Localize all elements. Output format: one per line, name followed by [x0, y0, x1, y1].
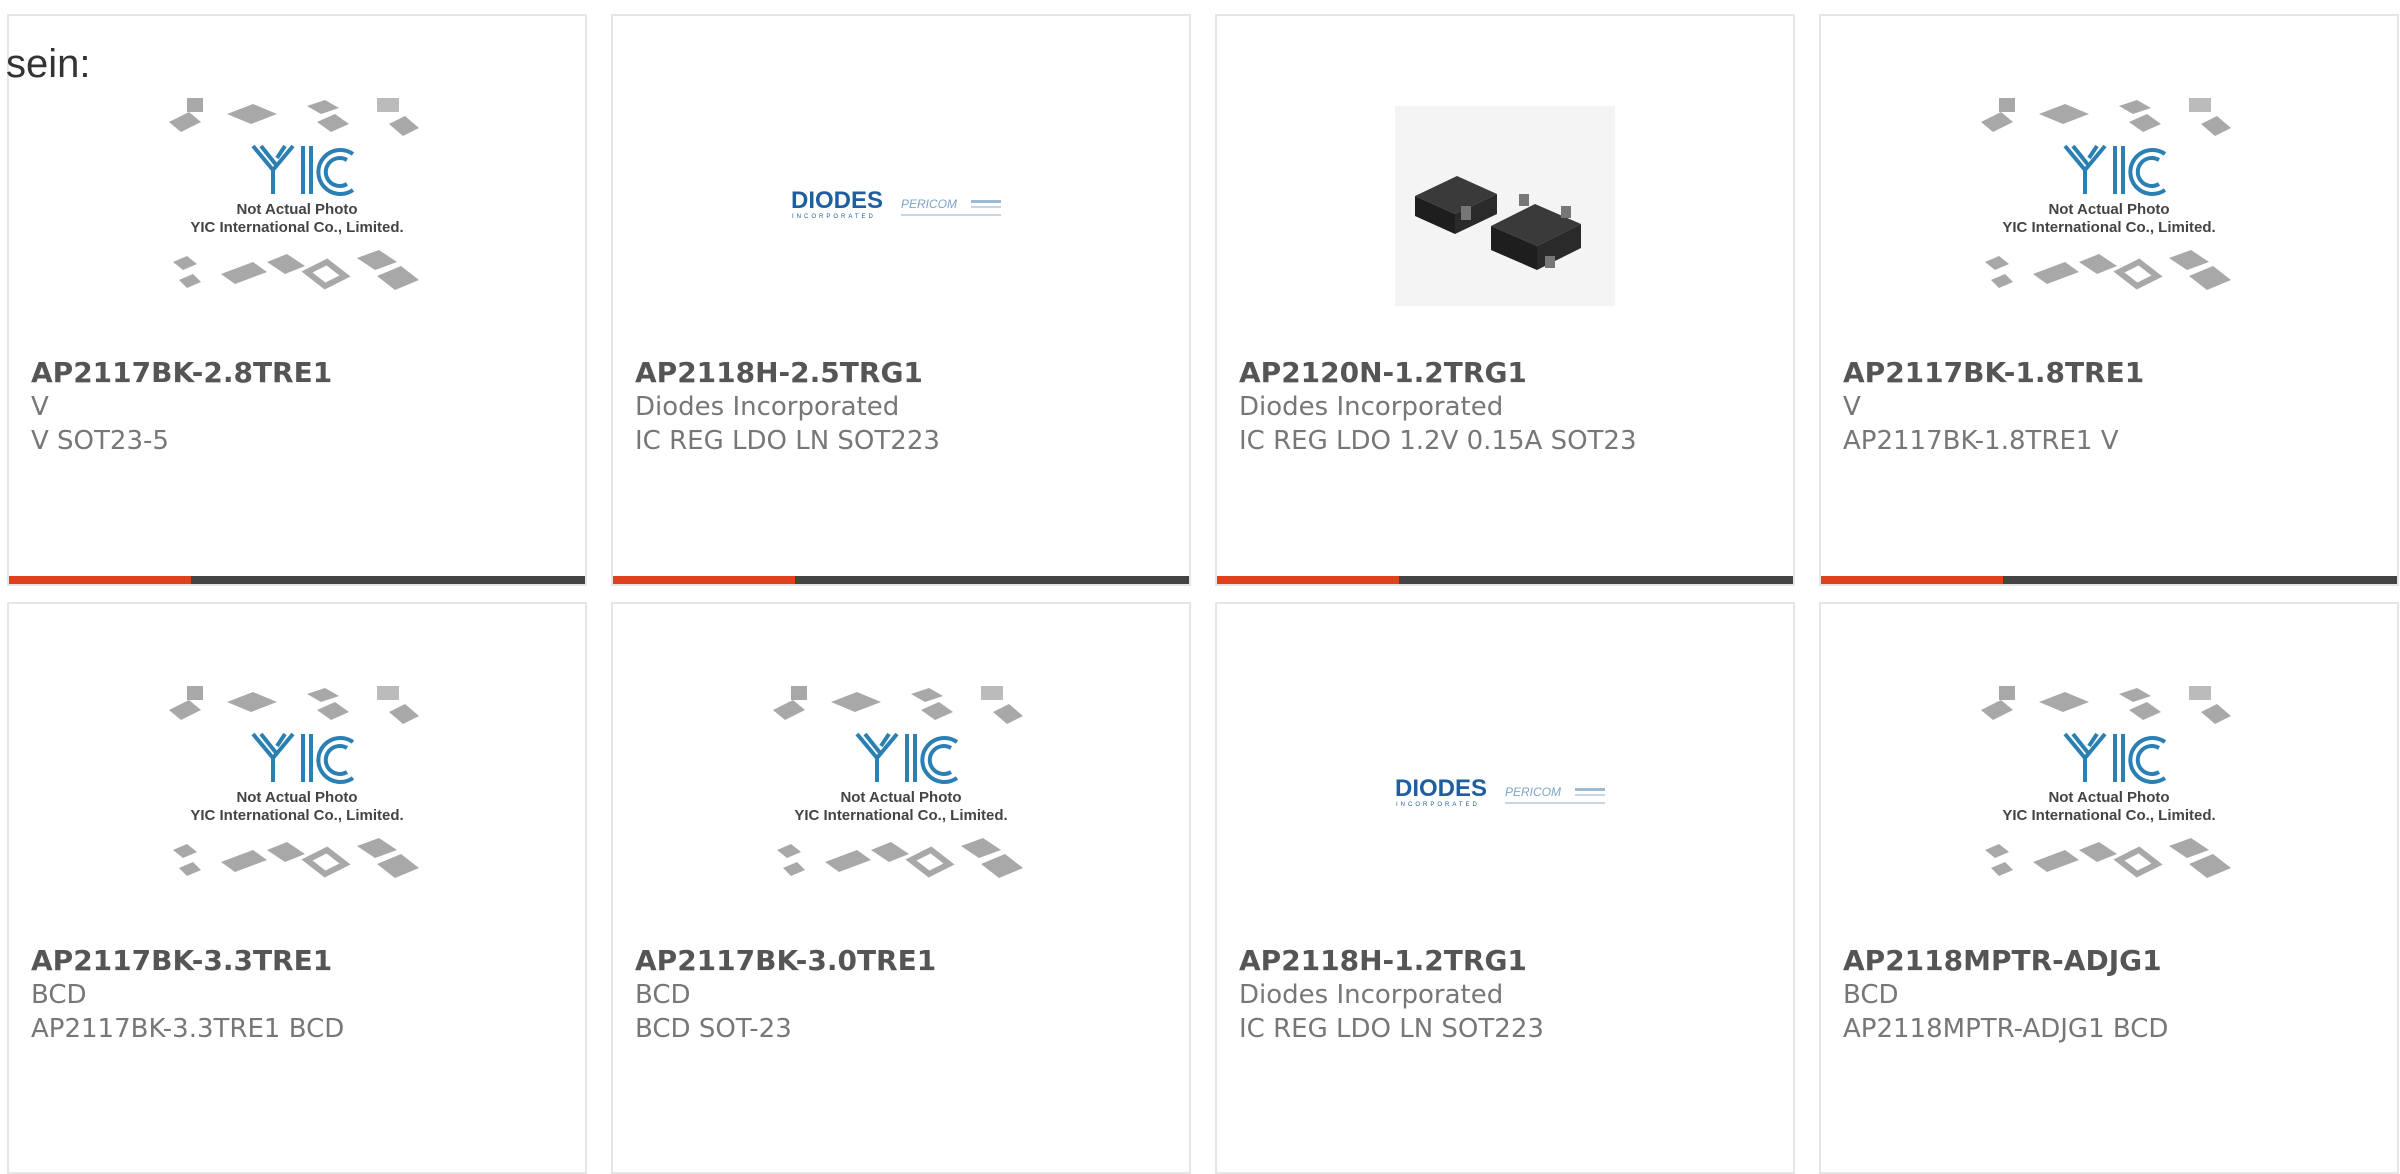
yic-placeholder-icon: Not Actual Photo YIC International Co., …: [773, 686, 1023, 878]
diodes-tagline: INCORPORATED: [1396, 802, 1480, 808]
brand: Diodes Incorporated: [1239, 392, 1504, 422]
placeholder-line1: Not Actual Photo: [236, 201, 357, 218]
brand: V: [31, 392, 49, 422]
intro-text: sein:: [6, 42, 91, 86]
product-image[interactable]: Not Actual Photo YIC International Co., …: [1821, 644, 2397, 944]
placeholder-line2: YIC International Co., Limited.: [2002, 219, 2215, 236]
placeholder-line2: YIC International Co., Limited.: [2002, 807, 2215, 824]
sot23-package-icon: [1395, 106, 1615, 306]
diodes-tagline: INCORPORATED: [792, 214, 876, 220]
diodes-logo-icon: DIODES INCORPORATED PERICOM: [1395, 775, 1605, 808]
description: AP2117BK-3.3TRE1 BCD: [31, 1014, 345, 1044]
brand: Diodes Incorporated: [1239, 980, 1504, 1010]
placeholder-line1: Not Actual Photo: [2048, 789, 2169, 806]
product-card[interactable]: Not Actual Photo YIC International Co., …: [611, 602, 1191, 1174]
part-number[interactable]: AP2118H-1.2TRG1: [1239, 944, 1777, 978]
placeholder-line1: Not Actual Photo: [840, 789, 961, 806]
product-image[interactable]: Not Actual Photo YIC International Co., …: [9, 644, 585, 944]
card-bar-accent: [1217, 576, 1399, 584]
part-number[interactable]: AP2118H-2.5TRG1: [635, 356, 1173, 390]
diodes-brand: DIODES: [791, 187, 883, 214]
part-number[interactable]: AP2117BK-2.8TRE1: [31, 356, 569, 390]
diodes-brand: DIODES: [1395, 775, 1487, 802]
product-image[interactable]: Not Actual Photo YIC International Co., …: [1821, 56, 2397, 356]
part-number[interactable]: AP2118MPTR-ADJG1: [1843, 944, 2381, 978]
card-bar-accent: [9, 576, 191, 584]
description: BCD SOT-23: [635, 1014, 792, 1044]
card-bar-accent: [1821, 576, 2003, 584]
product-card[interactable]: Not Actual Photo YIC International Co., …: [1819, 14, 2399, 586]
pericom-brand: PERICOM: [1505, 785, 1561, 799]
yic-placeholder-icon: Not Actual Photo YIC International Co., …: [1981, 686, 2231, 878]
yic-placeholder-icon: Not Actual Photo YIC International Co., …: [169, 98, 419, 290]
yic-placeholder-icon: Not Actual Photo YIC International Co., …: [169, 686, 419, 878]
product-card[interactable]: Not Actual Photo YIC International Co., …: [7, 14, 587, 586]
product-image[interactable]: Not Actual Photo YIC International Co., …: [9, 56, 585, 356]
product-card[interactable]: DIODES INCORPORATED PERICOM AP2118H-1.2T…: [1215, 602, 1795, 1174]
card-bar: [613, 576, 1189, 584]
description: AP2117BK-1.8TRE1 V: [1843, 426, 2119, 456]
card-bar-accent: [613, 576, 795, 584]
yic-placeholder-icon: Not Actual Photo YIC International Co., …: [1981, 98, 2231, 290]
placeholder-line1: Not Actual Photo: [2048, 201, 2169, 218]
product-card[interactable]: DIODES INCORPORATED PERICOM AP2118H-2.5T…: [611, 14, 1191, 586]
description: IC REG LDO 1.2V 0.15A SOT23: [1239, 426, 1637, 456]
placeholder-line2: YIC International Co., Limited.: [794, 807, 1007, 824]
brand: Diodes Incorporated: [635, 392, 900, 422]
part-number[interactable]: AP2120N-1.2TRG1: [1239, 356, 1777, 390]
brand: V: [1843, 392, 1861, 422]
part-number[interactable]: AP2117BK-3.3TRE1: [31, 944, 569, 978]
placeholder-line2: YIC International Co., Limited.: [190, 219, 403, 236]
placeholder-line1: Not Actual Photo: [236, 789, 357, 806]
card-bar: [1217, 576, 1793, 584]
part-number[interactable]: AP2117BK-3.0TRE1: [635, 944, 1173, 978]
description: AP2118MPTR-ADJG1 BCD: [1843, 1014, 2169, 1044]
product-image[interactable]: DIODES INCORPORATED PERICOM: [1217, 644, 1793, 944]
description: IC REG LDO LN SOT223: [635, 426, 940, 456]
brand: BCD: [635, 980, 691, 1010]
product-image[interactable]: Not Actual Photo YIC International Co., …: [613, 644, 1189, 944]
diodes-logo-icon: DIODES INCORPORATED PERICOM: [791, 187, 1001, 220]
pericom-brand: PERICOM: [901, 197, 957, 211]
product-image[interactable]: [1217, 56, 1793, 356]
product-card[interactable]: Not Actual Photo YIC International Co., …: [7, 602, 587, 1174]
brand: BCD: [31, 980, 87, 1010]
card-bar: [1821, 576, 2397, 584]
placeholder-line2: YIC International Co., Limited.: [190, 807, 403, 824]
description: V SOT23-5: [31, 426, 169, 456]
product-image[interactable]: DIODES INCORPORATED PERICOM: [613, 56, 1189, 356]
product-grid: Not Actual Photo YIC International Co., …: [7, 14, 2399, 1174]
product-card[interactable]: Not Actual Photo YIC International Co., …: [1819, 602, 2399, 1174]
product-card[interactable]: AP2120N-1.2TRG1 Diodes Incorporated IC R…: [1215, 14, 1795, 586]
part-number[interactable]: AP2117BK-1.8TRE1: [1843, 356, 2381, 390]
description: IC REG LDO LN SOT223: [1239, 1014, 1544, 1044]
brand: BCD: [1843, 980, 1899, 1010]
card-bar: [9, 576, 585, 584]
